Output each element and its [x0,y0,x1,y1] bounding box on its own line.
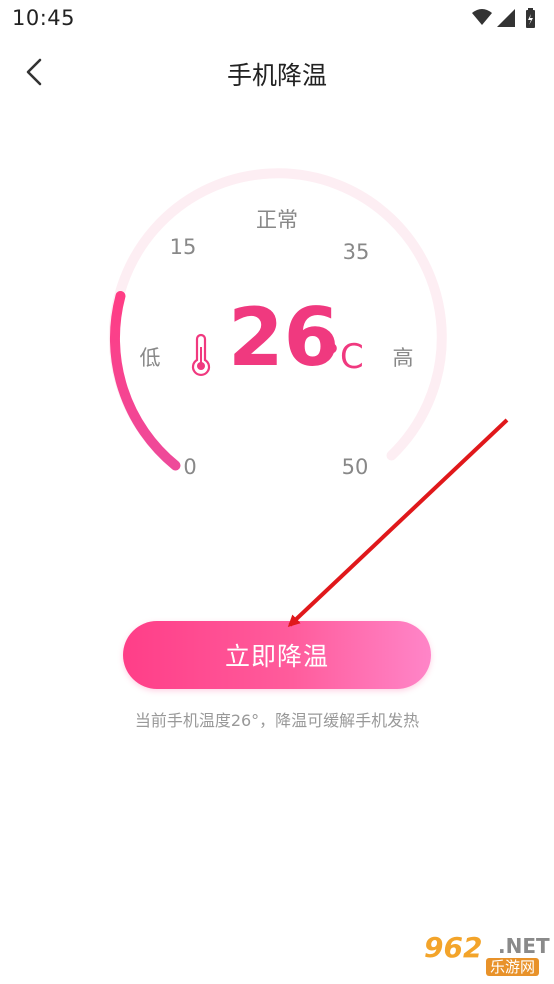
gauge-label-low: 低 [139,346,161,370]
gauge-tick-0: 0 [183,455,197,479]
watermark-suffix: .NET [498,934,550,958]
gauge-label-high: 高 [392,346,414,370]
watermark-subtitle: 乐游网 [486,958,540,976]
thermometer-icon [191,333,211,377]
gauge-arc [108,168,447,471]
cool-down-button[interactable]: 立即降温 [123,621,431,689]
gauge-tick-50: 50 [341,455,369,479]
gauge-progress [109,291,181,471]
gauge-tick-15: 15 [169,235,197,259]
gauge-label-normal: 正常 [256,208,298,232]
temperature-unit: °C [323,337,364,377]
watermark-brand: 962 [424,931,483,964]
watermark-logo: 962 .NET 乐游网 [414,931,550,978]
temperature-gauge: 正常 15 35 低 高 0 50 26 °C [0,0,554,520]
gauge-tick-35: 35 [342,240,370,264]
temperature-hint: 当前手机温度26°，降温可缓解手机发热 [134,711,420,730]
